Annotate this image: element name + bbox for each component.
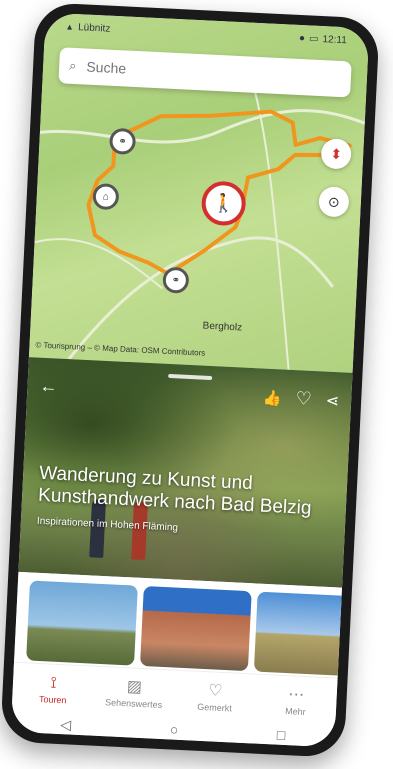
status-right: ● ▭ 12:11 bbox=[299, 32, 347, 45]
map-road bbox=[39, 109, 366, 144]
compass-icon: ⬍ bbox=[329, 145, 343, 162]
building-icon: ⌂ bbox=[102, 191, 110, 203]
link-icon: ⚭ bbox=[171, 274, 181, 286]
photo-thumbnail[interactable] bbox=[253, 591, 366, 677]
back-triangle-icon[interactable]: ◁ bbox=[60, 716, 72, 734]
nav-label: Gemerkt bbox=[197, 701, 233, 713]
hiker-icon: 🚶 bbox=[211, 192, 236, 214]
photo-thumbnail[interactable] bbox=[26, 580, 138, 666]
map-place-label: Bergholz bbox=[202, 320, 243, 334]
signal-icon: ▴ bbox=[66, 21, 73, 33]
home-circle-icon[interactable]: ○ bbox=[169, 721, 178, 737]
app-screen: ▴ Lübnitz ● ▭ 12:11 ⌕ Suche ⚭ ⌂ ⚭ 🚶 ⬍ ⊙ … bbox=[10, 12, 370, 748]
status-carrier: Lübnitz bbox=[77, 21, 111, 35]
nav-gemerkt[interactable]: ♡ Gemerkt bbox=[179, 681, 250, 713]
status-time: 12:11 bbox=[322, 33, 348, 46]
search-icon: ⌕ bbox=[68, 57, 77, 74]
card-actions: 👍 ♡ ⋖ bbox=[263, 387, 340, 412]
route-icon: ⟟ bbox=[50, 674, 57, 692]
more-icon: ⋯ bbox=[287, 685, 305, 704]
nav-mehr[interactable]: ⋯ Mehr bbox=[260, 685, 331, 717]
nav-sehenswertes[interactable]: ▨ Sehenswertes bbox=[98, 677, 169, 710]
photo-thumbnail[interactable] bbox=[139, 585, 252, 672]
crosshair-icon: ⊙ bbox=[327, 193, 341, 210]
map-view[interactable]: ⌕ ⚭ ⌂ ⚭ 🚶 ⬍ ⊙ Bergholz © Tourisprun bbox=[28, 12, 370, 373]
thumbs-up-icon[interactable]: 👍 bbox=[263, 388, 283, 407]
nav-touren[interactable]: ⟟ Touren bbox=[18, 673, 89, 705]
status-left: ▴ Lübnitz bbox=[67, 21, 111, 34]
picture-icon: ▨ bbox=[126, 677, 143, 696]
search-input[interactable] bbox=[84, 57, 342, 89]
location-icon: ● bbox=[298, 32, 306, 44]
heart-icon[interactable]: ♡ bbox=[295, 388, 312, 410]
battery-icon: ▭ bbox=[308, 32, 319, 45]
tour-card[interactable]: ← 👍 ♡ ⋖ Wanderung zu Kunst und Kunsthand… bbox=[18, 357, 353, 588]
link-icon: ⚭ bbox=[118, 135, 128, 148]
heart-icon: ♡ bbox=[207, 681, 223, 700]
nav-label: Sehenswertes bbox=[104, 696, 163, 710]
nav-label: Touren bbox=[38, 693, 67, 705]
phone-frame: ▴ Lübnitz ● ▭ 12:11 ⌕ Suche ⚭ ⌂ ⚭ 🚶 ⬍ ⊙ … bbox=[0, 2, 380, 758]
recents-square-icon[interactable]: □ bbox=[277, 727, 286, 743]
share-icon[interactable]: ⋖ bbox=[325, 390, 339, 411]
nav-label: Mehr bbox=[284, 705, 306, 717]
back-arrow-icon[interactable]: ← bbox=[39, 376, 58, 398]
